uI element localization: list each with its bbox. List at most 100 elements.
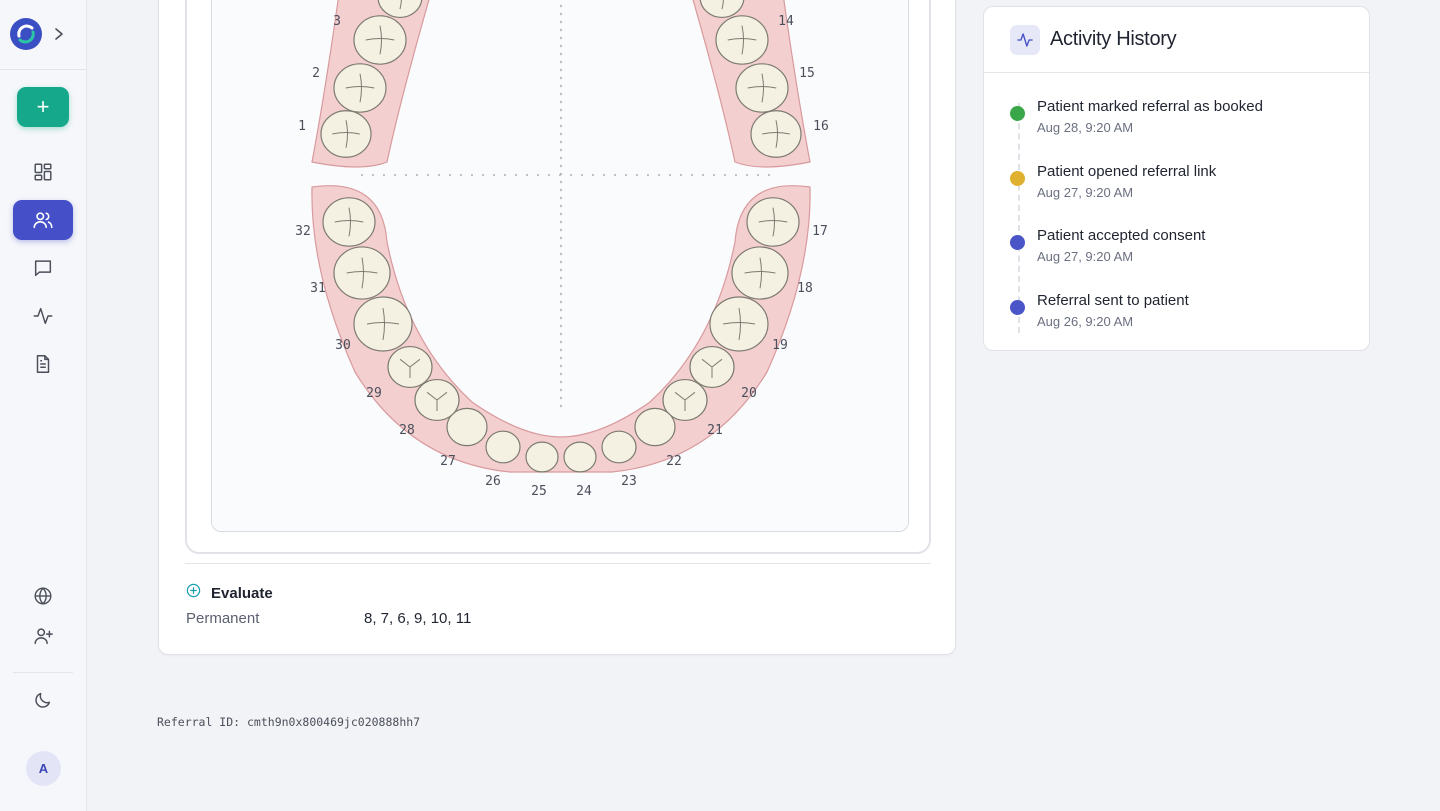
occlusal-dot (360, 173, 364, 177)
midline-dot (559, 44, 563, 48)
occlusal-dot (734, 173, 738, 177)
activity-item: Referral sent to patient Aug 26, 9:20 AM (1010, 292, 1350, 332)
tooth-18[interactable] (731, 246, 789, 300)
occlusal-dot (580, 173, 584, 177)
activity-header: Activity History (984, 7, 1369, 73)
tooth-3[interactable] (353, 15, 407, 65)
midline-dot (559, 156, 563, 160)
occlusal-dot (701, 173, 705, 177)
tooth-31[interactable] (333, 246, 391, 300)
occlusal-dot (657, 173, 661, 177)
activity-item: Patient opened referral link Aug 27, 9:2… (1010, 163, 1350, 203)
nav-language[interactable] (13, 576, 73, 616)
tooth-number: 29 (366, 386, 382, 401)
midline-dot (559, 76, 563, 80)
nav-dashboard[interactable] (13, 152, 73, 192)
referral-id: Referral ID: cmth9n0x800469jc020888hh7 (157, 715, 421, 729)
tooth-20[interactable] (689, 345, 735, 389)
midline-dot (559, 388, 563, 392)
tooth-26[interactable] (485, 430, 521, 464)
midline-dot (559, 92, 563, 96)
midline-dot (559, 36, 563, 40)
occlusal-dot (679, 173, 683, 177)
occlusal-dot (668, 173, 672, 177)
midline-dot (559, 380, 563, 384)
midline-dot (559, 188, 563, 192)
midline-dot (559, 132, 563, 136)
activity-item-time: Aug 28, 9:20 AM (1037, 120, 1134, 135)
midline-dot (559, 372, 563, 376)
tooth-number: 21 (707, 423, 723, 438)
evaluate-icon (186, 583, 201, 603)
tooth-2[interactable] (333, 63, 387, 113)
midline-dot (559, 12, 563, 16)
tooth-28[interactable] (414, 378, 460, 422)
tooth-15[interactable] (735, 63, 789, 113)
midline-dot (559, 236, 563, 240)
midline-dot (559, 324, 563, 328)
midline-dot (559, 52, 563, 56)
tooth-number: 26 (485, 474, 501, 489)
midline-dot (559, 284, 563, 288)
tooth-16[interactable] (750, 110, 802, 158)
midline-dot (559, 316, 563, 320)
dental-arch-diagram: 3211415161718192021222324252627282930313… (295, 0, 829, 499)
midline-dot (559, 84, 563, 88)
tooth-22[interactable] (634, 407, 676, 447)
nav-invite-user[interactable] (13, 616, 73, 656)
tooth-number: 31 (310, 281, 326, 296)
nav-patients[interactable] (13, 200, 73, 240)
midline-dot (559, 228, 563, 232)
tooth-1[interactable] (320, 110, 372, 158)
tooth-14[interactable] (715, 15, 769, 65)
users-icon (33, 212, 53, 229)
tooth-number: 3 (333, 14, 341, 29)
occlusal-dot (745, 173, 749, 177)
activity-item-time: Aug 27, 9:20 AM (1037, 185, 1134, 200)
tooth-23[interactable] (601, 430, 637, 464)
messages-icon (34, 260, 52, 277)
tooth-29[interactable] (387, 345, 433, 389)
app-logo[interactable] (10, 18, 42, 50)
tooth-number: 1 (298, 119, 306, 134)
user-avatar[interactable]: A (26, 751, 61, 786)
dentition-label: Permanent (186, 610, 260, 627)
tooth-25[interactable] (525, 441, 559, 473)
nav-messages[interactable] (13, 248, 73, 288)
midline-dot (559, 268, 563, 272)
status-dot (1010, 235, 1025, 250)
tooth-number: 18 (797, 281, 813, 296)
tooth-number: 27 (440, 454, 456, 469)
nav-documents[interactable] (13, 344, 73, 384)
midline-dot (559, 332, 563, 336)
new-referral-button[interactable]: + (17, 87, 69, 127)
tooth-17[interactable] (746, 197, 800, 247)
midline-dot (559, 68, 563, 72)
tooth-number: 20 (741, 386, 757, 401)
add-user-icon (34, 628, 53, 645)
occlusal-dot (437, 173, 441, 177)
theme-toggle[interactable] (13, 680, 73, 720)
occlusal-dot (415, 173, 419, 177)
occlusal-dot (492, 173, 496, 177)
chevron-right-icon[interactable] (52, 26, 66, 42)
activity-item-title: Referral sent to patient (1037, 292, 1189, 309)
activity-item-title: Patient opened referral link (1037, 163, 1217, 180)
midline-dot (559, 196, 563, 200)
tooth-chart: 3 2 1 14 15 16 17 18 19 20 21 22 23 24 25 26 27 28 29 30 31 3… (211, 0, 909, 532)
occlusal-dot (393, 173, 397, 177)
nav-activity[interactable] (13, 296, 73, 336)
midline-dot (559, 124, 563, 128)
activity-item-title: Patient accepted consent (1037, 227, 1206, 244)
tooth-number: 22 (666, 454, 682, 469)
tooth-30[interactable] (353, 296, 413, 352)
occlusal-dot (591, 173, 595, 177)
occlusal-dot (712, 173, 716, 177)
midline-dot (559, 276, 563, 280)
occlusal-dot (514, 173, 518, 177)
tooth-19[interactable] (709, 296, 769, 352)
tooth-number: 14 (778, 14, 794, 29)
tooth-24[interactable] (563, 441, 597, 473)
midline-dot (559, 28, 563, 32)
tooth-32[interactable] (322, 197, 376, 247)
